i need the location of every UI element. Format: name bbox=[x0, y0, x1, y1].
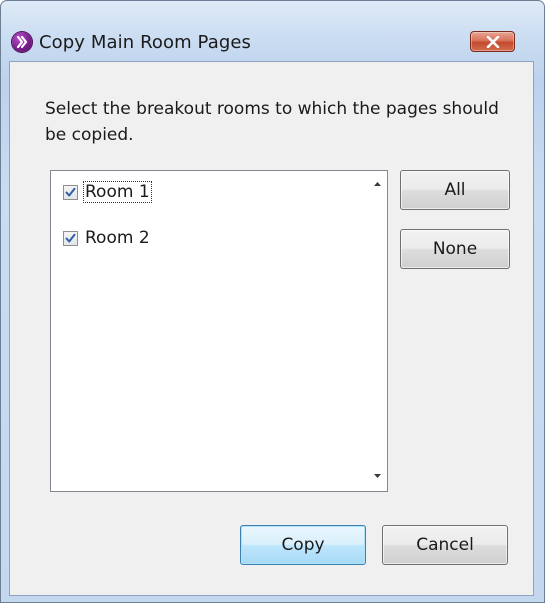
list-item-room-2[interactable]: Room 2 bbox=[63, 227, 151, 249]
room-1-checkbox[interactable] bbox=[63, 184, 78, 200]
copy-button[interactable]: Copy bbox=[240, 525, 366, 565]
listbox-scrollbar[interactable] bbox=[368, 171, 387, 491]
check-icon bbox=[65, 187, 76, 196]
title-bar[interactable]: Copy Main Room Pages bbox=[1, 1, 544, 61]
instruction-text: Select the breakout rooms to which the p… bbox=[45, 99, 499, 145]
purple-chevron-icon bbox=[12, 32, 32, 52]
list-item-room-1[interactable]: Room 1 bbox=[63, 181, 152, 203]
check-icon bbox=[65, 233, 76, 242]
cancel-button[interactable]: Cancel bbox=[382, 525, 508, 565]
room-2-label: Room 2 bbox=[85, 228, 150, 248]
close-icon bbox=[486, 36, 500, 48]
close-button[interactable] bbox=[470, 31, 515, 52]
select-none-button[interactable]: None bbox=[400, 229, 510, 269]
scroll-down-arrow-icon[interactable] bbox=[368, 466, 387, 485]
room-2-checkbox[interactable] bbox=[63, 230, 78, 246]
rooms-listbox[interactable]: Room 1 Room 2 bbox=[50, 170, 388, 492]
select-all-button[interactable]: All bbox=[400, 170, 510, 210]
window-title: Copy Main Room Pages bbox=[39, 32, 252, 53]
scroll-up-arrow-icon[interactable] bbox=[368, 175, 387, 194]
room-1-label: Room 1 bbox=[83, 181, 152, 203]
